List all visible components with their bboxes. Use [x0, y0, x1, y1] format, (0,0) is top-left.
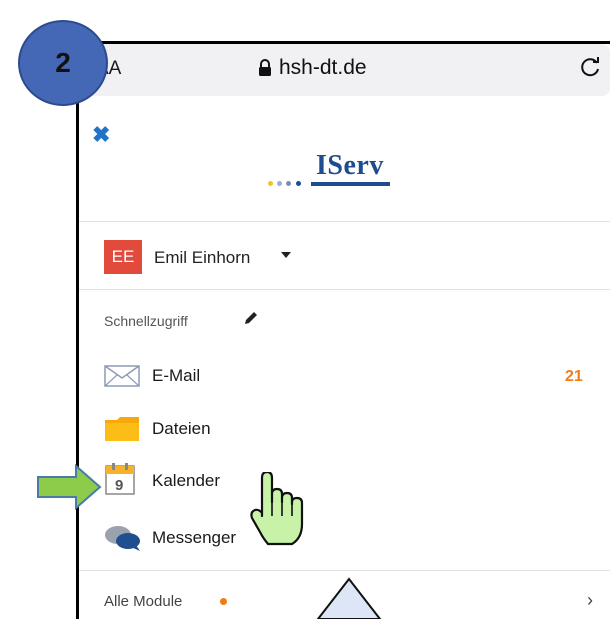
- url-text[interactable]: hsh-dt.de: [279, 56, 367, 80]
- all-modules-link[interactable]: Alle Module: [104, 593, 182, 610]
- avatar[interactable]: EE: [104, 240, 142, 274]
- pencil-icon[interactable]: [242, 309, 260, 332]
- calendar-icon: 9: [104, 462, 138, 501]
- logo-text: IServ: [316, 150, 384, 181]
- divider: [79, 570, 610, 571]
- menu-item-label: Kalender: [152, 471, 221, 490]
- menu-item-label: E-Mail: [152, 366, 201, 385]
- divider: [79, 221, 610, 222]
- iserv-logo: IServ: [266, 150, 398, 190]
- menu-item-label: Dateien: [152, 419, 211, 438]
- notification-dot: [220, 598, 227, 605]
- folder-icon: [104, 416, 140, 447]
- pointing-hand-icon: [250, 470, 310, 553]
- mail-icon: [104, 365, 140, 392]
- chevron-down-icon[interactable]: [281, 252, 291, 258]
- reload-icon[interactable]: [580, 56, 602, 83]
- menu-item-files[interactable]: Dateien: [104, 414, 594, 444]
- lock-icon: [257, 59, 273, 82]
- scroll-up-triangle-icon: [315, 577, 383, 624]
- menu-item-label: Messenger: [152, 528, 237, 547]
- menu-item-messenger[interactable]: Messenger: [104, 522, 594, 552]
- green-arrow-icon: [36, 463, 102, 515]
- divider: [79, 289, 610, 290]
- chevron-right-icon[interactable]: ›: [587, 590, 593, 611]
- unread-count-badge: 21: [565, 368, 583, 385]
- menu-item-calendar[interactable]: 9 Kalender: [104, 462, 594, 498]
- device-frame-left: [76, 41, 79, 619]
- chat-icon: [104, 524, 142, 557]
- logo-underline: [311, 182, 390, 186]
- close-icon[interactable]: ✖: [92, 122, 110, 148]
- calendar-day-number: 9: [115, 477, 124, 494]
- quick-access-label: Schnellzugriff: [104, 313, 188, 329]
- step-number-badge: 2: [18, 20, 108, 106]
- user-name[interactable]: Emil Einhorn: [154, 248, 250, 268]
- menu-item-email[interactable]: E-Mail: [104, 362, 594, 392]
